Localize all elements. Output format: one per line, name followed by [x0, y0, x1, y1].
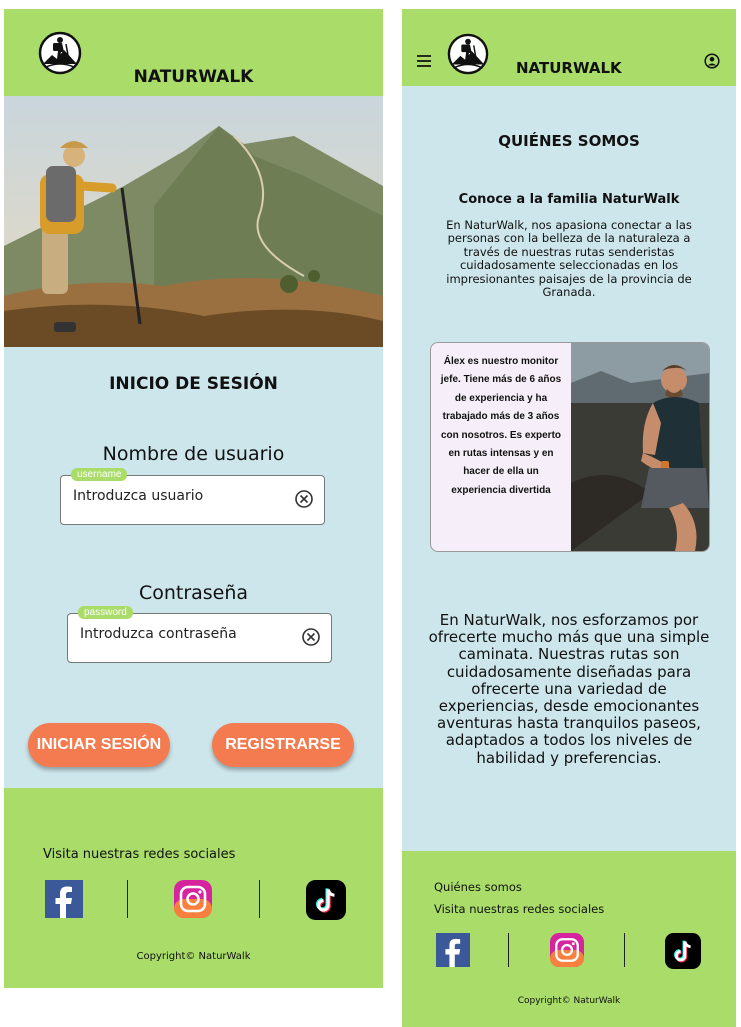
header: NATURWALK [4, 9, 383, 96]
password-input[interactable] [80, 626, 280, 642]
password-tag: password [78, 606, 133, 619]
register-button[interactable]: REGISTRARSE [212, 723, 354, 767]
hero-image [4, 96, 383, 347]
divider [508, 933, 509, 967]
user-icon[interactable] [704, 53, 720, 69]
facebook-icon[interactable] [45, 880, 83, 918]
divider [259, 880, 260, 918]
tiktok-icon[interactable] [665, 933, 701, 969]
divider [624, 933, 625, 967]
card-text: Álex es nuestro monitor jefe. Tiene más … [440, 356, 562, 496]
clear-icon[interactable] [301, 627, 321, 647]
hiker-logo [447, 33, 489, 75]
footer-link-about[interactable]: Quiénes somos [434, 880, 522, 894]
username-input[interactable] [73, 488, 273, 504]
brand-name: NATURWALK [133, 67, 254, 87]
copyright: Copyright© NaturWalk [517, 996, 621, 1006]
copyright: Copyright© NaturWalk [136, 951, 251, 962]
social-text: Visita nuestras redes sociales [43, 847, 236, 862]
divider [127, 880, 128, 918]
username-tag: username [71, 468, 128, 481]
footer: Visita nuestras redes sociales Copyright… [4, 788, 383, 988]
guide-card: Álex es nuestro monitor jefe. Tiene más … [430, 342, 710, 552]
page-title: QUIÉNES SOMOS [498, 132, 640, 150]
brand-name: NATURWALK [516, 59, 622, 77]
instagram-icon[interactable] [174, 880, 212, 918]
header: NATURWALK [402, 9, 736, 86]
facebook-icon[interactable] [436, 933, 470, 967]
instagram-icon[interactable] [550, 933, 584, 967]
clear-icon[interactable] [294, 489, 314, 509]
menu-icon[interactable] [416, 54, 432, 68]
tiktok-icon[interactable] [306, 880, 346, 920]
login-button[interactable]: INICIAR SESIÓN [28, 723, 170, 767]
username-label: Nombre de usuario [102, 443, 285, 465]
about-screen: NATURWALK QUIÉNES SOMOS Conoce a la fami… [402, 9, 736, 1027]
social-text: Visita nuestras redes sociales [434, 902, 605, 916]
login-screen: NATURWALK INICIO DE SESIÓN Nombre de usu… [4, 9, 383, 988]
page-title: INICIO DE SESIÓN [109, 374, 278, 394]
body-text: En NaturWalk, nos esforzamos por ofrecer… [428, 611, 710, 767]
intro-text: En NaturWalk, nos apasiona conectar a la… [446, 218, 692, 300]
password-label: Contraseña [138, 582, 249, 604]
guide-photo [571, 343, 709, 551]
subheading: Conoce a la familia NaturWalk [458, 192, 680, 207]
password-field[interactable]: password [67, 606, 332, 663]
footer: Quiénes somos Visita nuestras redes soci… [402, 851, 736, 1027]
username-field[interactable]: username [60, 468, 325, 525]
